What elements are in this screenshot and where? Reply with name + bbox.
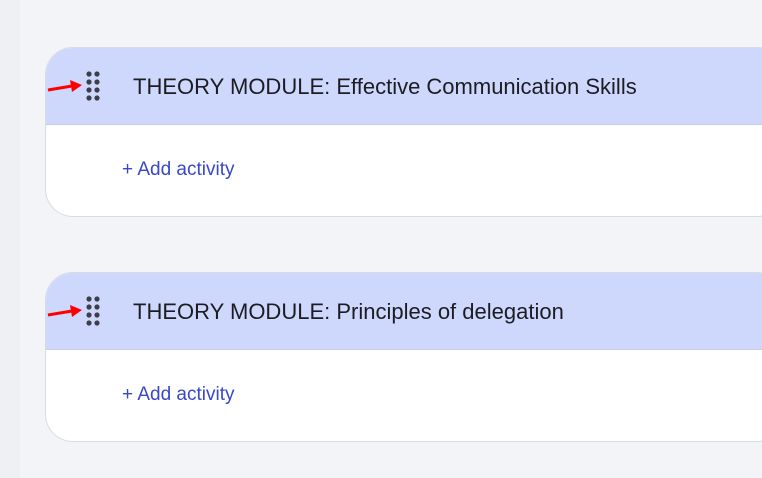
add-activity-link[interactable]: + Add activity xyxy=(122,159,234,181)
red-arrow-icon xyxy=(47,305,82,317)
drag-handle-icon[interactable] xyxy=(85,70,101,102)
module-card: THEORY MODULE: Effective Communication S… xyxy=(45,47,762,217)
course-builder-page: THEORY MODULE: Effective Communication S… xyxy=(0,0,762,478)
module-title: THEORY MODULE: Effective Communication S… xyxy=(133,74,637,99)
red-arrow-icon xyxy=(47,80,82,92)
module-title: THEORY MODULE: Principles of delegation xyxy=(133,299,564,324)
module-header: THEORY MODULE: Effective Communication S… xyxy=(46,48,762,125)
module-card: THEORY MODULE: Principles of delegation … xyxy=(45,272,762,442)
module-header: THEORY MODULE: Principles of delegation xyxy=(46,273,762,350)
left-strip xyxy=(0,0,20,478)
drag-handle-icon[interactable] xyxy=(85,295,101,327)
add-activity-link[interactable]: + Add activity xyxy=(122,384,234,406)
